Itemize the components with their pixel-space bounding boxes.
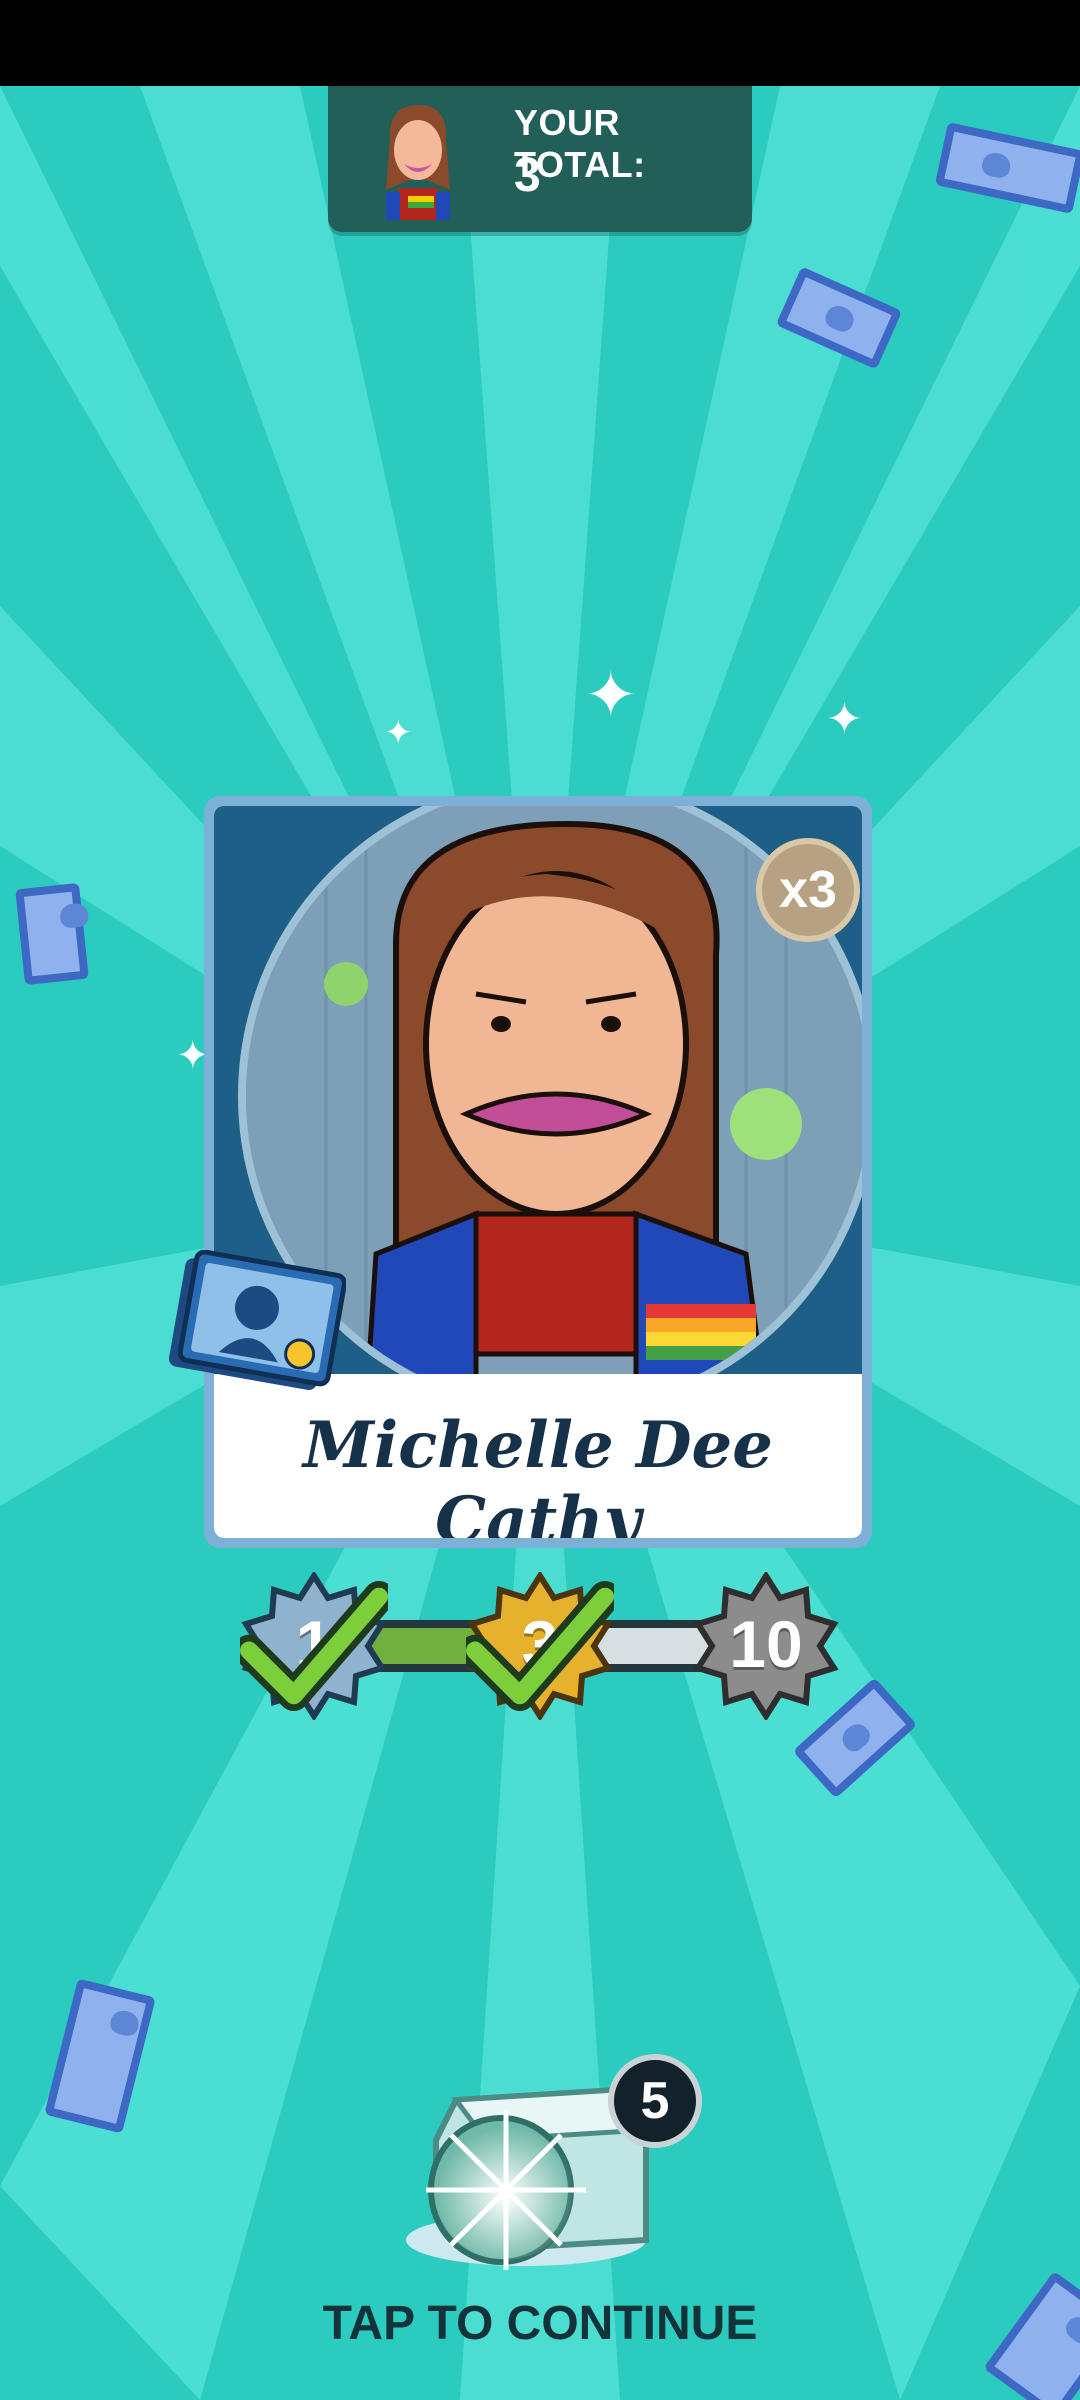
status-bar [0,0,1080,86]
card-body: x3 Michelle Dee Cathy [214,806,862,1538]
card-count-badge: x3 [756,838,860,942]
milestone-3: 3 [466,1572,614,1720]
total-panel: YOUR TOTAL: 3 [328,86,752,232]
sparkle-icon: ✦ [384,713,413,753]
money-bill-icon [15,882,89,986]
character-card[interactable]: x3 Michelle Dee Cathy [204,796,872,1548]
character-avatar-icon [386,105,450,220]
sparkle-icon: ✦ [584,659,638,733]
milestone-label: 10 [729,1607,803,1681]
chest-count-badge: 5 [608,2054,702,2148]
milestone-10: 10 [692,1572,840,1720]
total-label: YOUR TOTAL: [514,102,646,185]
total-value: 3 [514,149,541,202]
milestone-1: 1 [240,1572,388,1720]
collection-progress: 1 3 10 [240,1572,840,1732]
character-name: Michelle Dee Cathy [303,1408,773,1538]
checkmark-icon [240,1580,388,1712]
checkmark-icon [466,1580,614,1712]
tap-to-continue-label[interactable]: TAP TO CONTINUE [0,2296,1080,2351]
sparkle-icon: ✦ [826,694,863,745]
card-album-icon[interactable] [166,1250,346,1400]
